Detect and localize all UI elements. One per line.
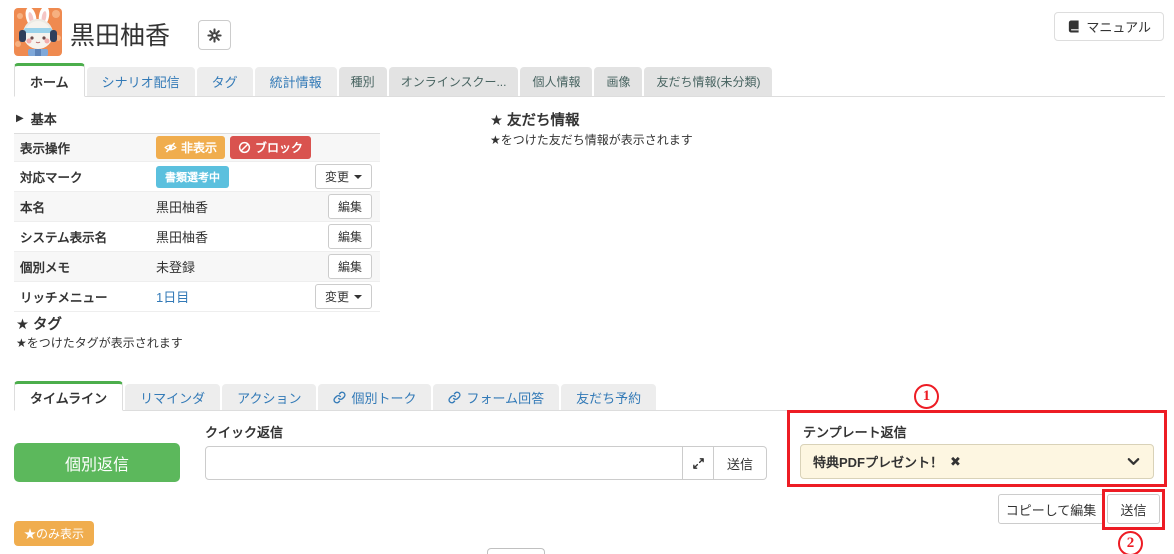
ban-icon xyxy=(238,141,251,154)
system-name-value: 黒田柚香 xyxy=(156,230,209,245)
friend-info-note: ★をつけた友だち情報が表示されます xyxy=(490,133,693,147)
memo-edit-button[interactable]: 編集 xyxy=(327,254,372,279)
caret-down-icon xyxy=(354,294,362,299)
tab-online-school[interactable]: オンラインスクー... xyxy=(388,67,519,96)
tab-form-answers-label: フォーム回答 xyxy=(466,390,545,406)
manual-button[interactable]: マニュアル xyxy=(1054,12,1164,41)
block-button-label: ブロック xyxy=(255,141,304,155)
rich-menu-change-button[interactable]: 変更 xyxy=(314,284,372,309)
link-icon xyxy=(333,391,347,404)
annotation-step-1: 1 xyxy=(914,384,939,409)
basic-info-table: ▶ 基本 表示操作 非表示 ブロック 対応マーク 書類選考中 変更 本名 黒田柚… xyxy=(14,106,380,312)
hide-button-label: 非表示 xyxy=(181,141,218,155)
expand-input-button[interactable] xyxy=(683,446,714,480)
chevron-down-icon xyxy=(1126,454,1141,469)
row-label: リッチメニュー xyxy=(20,291,108,305)
row-label: 対応マーク xyxy=(20,171,83,185)
profile-settings-button[interactable] xyxy=(198,20,231,50)
quick-reply-input-group: 送信 xyxy=(205,446,767,480)
avatar-image xyxy=(14,8,62,56)
mark-status-badge: 書類選考中 xyxy=(156,165,229,188)
tab-individual-talk[interactable]: 個別トーク xyxy=(318,384,432,410)
individual-reply-button[interactable]: 個別返信 xyxy=(14,443,180,482)
gear-icon xyxy=(207,27,222,43)
row-label: 個別メモ xyxy=(20,261,71,275)
tab-tag[interactable]: タグ xyxy=(196,67,253,96)
tab-form-answers[interactable]: フォーム回答 xyxy=(433,384,560,410)
row-label: 本名 xyxy=(20,201,46,215)
system-name-edit-button[interactable]: 編集 xyxy=(327,224,372,249)
caret-down-icon xyxy=(354,174,362,179)
profile-tabbar: ホーム シナリオ配信 タグ 統計情報 種別 オンラインスクー... 個人情報 画… xyxy=(14,62,1165,97)
send-button-highlight-box xyxy=(1102,489,1165,530)
friend-profile-page: 黒田柚香 マニュアル ホーム シナリオ配信 タグ 統計情報 種別 オンラインスク… xyxy=(0,0,1174,554)
tag-section-title: ★ タグ xyxy=(16,317,63,333)
tab-stats[interactable]: 統計情報 xyxy=(254,67,337,96)
table-row-rich-menu: リッチメニュー 1日目 変更 xyxy=(14,282,380,312)
hide-button[interactable]: 非表示 xyxy=(156,136,226,159)
tab-individual-talk-label: 個別トーク xyxy=(351,390,417,406)
tab-action[interactable]: アクション xyxy=(222,384,317,410)
tab-timeline[interactable]: タイムライン xyxy=(14,381,124,411)
tab-friend-info-uncategorized[interactable]: 友だち情報(未分類) xyxy=(644,67,773,96)
mark-change-button[interactable]: 変更 xyxy=(314,164,372,189)
quick-reply-send-button[interactable]: 送信 xyxy=(714,446,767,480)
template-reply-label: テンプレート返信 xyxy=(803,425,907,440)
table-row-memo: 個別メモ 未登録 編集 xyxy=(14,252,380,282)
real-name-value: 黒田柚香 xyxy=(156,200,209,215)
tab-friend-booking[interactable]: 友だち予約 xyxy=(561,384,657,410)
annotation-step-2: 2 xyxy=(1118,531,1143,554)
table-row-real-name: 本名 黒田柚香 編集 xyxy=(14,192,380,222)
expand-arrows-icon xyxy=(692,457,705,470)
quick-reply-label: クイック返信 xyxy=(205,425,284,440)
friend-info-title: ★ 友だち情報 xyxy=(490,113,580,129)
block-button[interactable]: ブロック xyxy=(230,136,312,159)
tab-personal-info[interactable]: 個人情報 xyxy=(520,67,593,96)
tab-reminder[interactable]: リマインダ xyxy=(125,384,221,410)
row-label: 表示操作 xyxy=(20,142,71,156)
memo-value: 未登録 xyxy=(156,260,196,275)
template-selected-value: 特典PDFプレゼント！ xyxy=(813,455,944,470)
tab-home[interactable]: ホーム xyxy=(14,63,85,97)
tab-image[interactable]: 画像 xyxy=(594,67,643,96)
tag-section-note: ★をつけたタグが表示されます xyxy=(16,336,183,350)
friend-avatar xyxy=(14,8,62,56)
table-row-mark: 対応マーク 書類選考中 変更 xyxy=(14,162,380,192)
cutoff-button[interactable] xyxy=(487,548,545,554)
rich-menu-change-button-label: 変更 xyxy=(324,290,349,304)
table-row-display-ops: 表示操作 非表示 ブロック xyxy=(14,134,380,162)
mark-change-button-label: 変更 xyxy=(324,170,349,184)
triangle-right-icon: ▶ xyxy=(16,113,24,124)
quick-reply-input[interactable] xyxy=(205,446,683,480)
template-reply-select[interactable]: 特典PDFプレゼント！ ✖ xyxy=(800,444,1154,479)
rich-menu-link[interactable]: 1日目 xyxy=(156,287,189,306)
basic-section-title: 基本 xyxy=(30,112,57,127)
tab-scenario[interactable]: シナリオ配信 xyxy=(86,67,195,96)
template-reply-highlight-box: テンプレート返信 特典PDFプレゼント！ ✖ xyxy=(787,410,1167,487)
manual-button-label: マニュアル xyxy=(1086,20,1151,35)
star-only-filter-button[interactable]: ★のみ表示 xyxy=(14,521,95,546)
basic-section-header[interactable]: ▶ 基本 xyxy=(14,106,380,134)
eye-slash-icon xyxy=(164,141,177,154)
row-label: システム表示名 xyxy=(20,231,108,245)
tab-type[interactable]: 種別 xyxy=(338,67,387,96)
table-row-system-name: システム表示名 黒田柚香 編集 xyxy=(14,222,380,252)
book-icon xyxy=(1067,20,1080,33)
remove-selection-icon[interactable]: ✖ xyxy=(950,454,961,470)
page-title: 黒田柚香 xyxy=(70,22,171,50)
link-icon xyxy=(448,391,462,404)
copy-and-edit-button[interactable]: コピーして編集 xyxy=(998,494,1104,524)
activity-tabbar: タイムライン リマインダ アクション 個別トーク フォーム回答 友だち予約 xyxy=(14,381,1165,411)
real-name-edit-button[interactable]: 編集 xyxy=(327,194,372,219)
